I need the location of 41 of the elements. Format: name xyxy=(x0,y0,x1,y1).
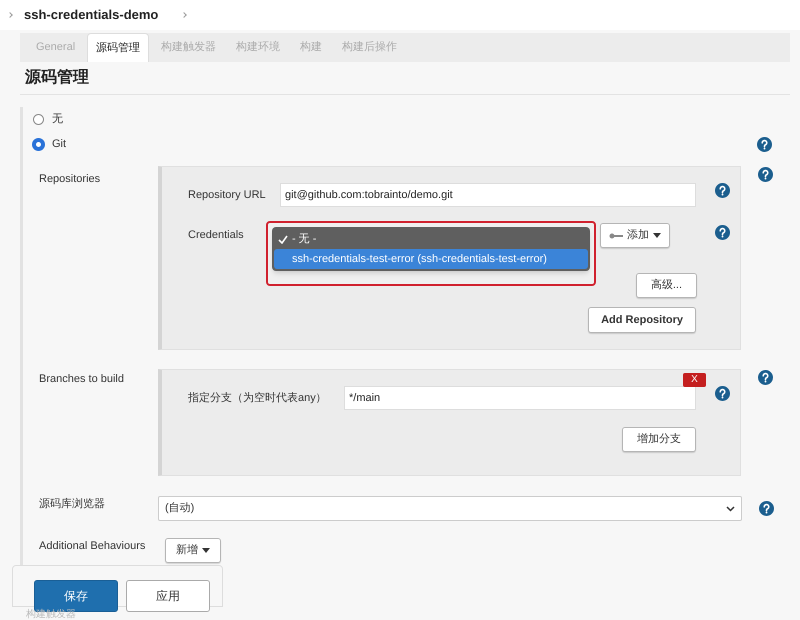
field-label: Repositories xyxy=(38,172,102,187)
chevron-icon xyxy=(7,12,13,18)
help-icon[interactable] xyxy=(757,137,772,152)
help-icon[interactable] xyxy=(758,370,773,385)
branch-field[interactable]: */main xyxy=(344,386,696,410)
add-repository-button[interactable]: Add Repository xyxy=(588,307,696,333)
browser-select[interactable]: (自动) xyxy=(158,496,742,521)
help-icon[interactable] xyxy=(715,386,730,401)
radio-button[interactable] xyxy=(33,114,44,125)
field-label: Branches to build xyxy=(38,372,125,387)
radio-button[interactable] xyxy=(33,139,44,150)
delete-button[interactable]: X xyxy=(683,373,706,387)
field-label: Credentials xyxy=(188,228,245,243)
checkmark-icon xyxy=(278,234,288,244)
dropdown-option[interactable]: ssh-credentials-test-error (ssh-credentials-test-error) xyxy=(274,249,588,269)
dropdown-option[interactable]: - 无 - xyxy=(274,229,588,249)
field-label: 源码库浏览器 xyxy=(38,496,106,512)
tab[interactable]: 源码管理 xyxy=(87,33,150,62)
chevron-down-icon xyxy=(726,506,735,512)
section-title: 源码管理 xyxy=(25,68,90,88)
caret-icon xyxy=(202,548,210,553)
breadcrumb-link[interactable]: ssh-credentials-demo xyxy=(24,5,158,25)
section-title: 构建触发器 xyxy=(26,609,76,620)
add-branch-button[interactable]: 增加分支 xyxy=(622,427,696,452)
add-behaviour-button[interactable]: 新增 xyxy=(165,538,221,563)
caret-icon xyxy=(653,233,661,238)
help-icon[interactable] xyxy=(759,501,774,516)
help-icon[interactable] xyxy=(715,225,730,240)
advanced-button[interactable]: 高级... xyxy=(636,273,697,298)
help-icon[interactable] xyxy=(715,183,730,198)
field-label: 指定分支（为空时代表any） xyxy=(188,390,328,406)
radio-label: Git xyxy=(52,137,66,152)
chevron-icon xyxy=(182,12,188,18)
field-label: Repository URL xyxy=(188,188,267,203)
add-button[interactable]: 添加 xyxy=(600,223,670,248)
key-icon xyxy=(609,232,623,238)
apply-button[interactable]: 应用 xyxy=(126,580,210,612)
field-label: Additional Behaviours xyxy=(38,539,146,554)
help-icon[interactable] xyxy=(758,167,773,182)
url-field[interactable]: git@github.com:tobrainto/demo.git xyxy=(280,183,696,207)
radio-label: 无 xyxy=(52,112,63,128)
